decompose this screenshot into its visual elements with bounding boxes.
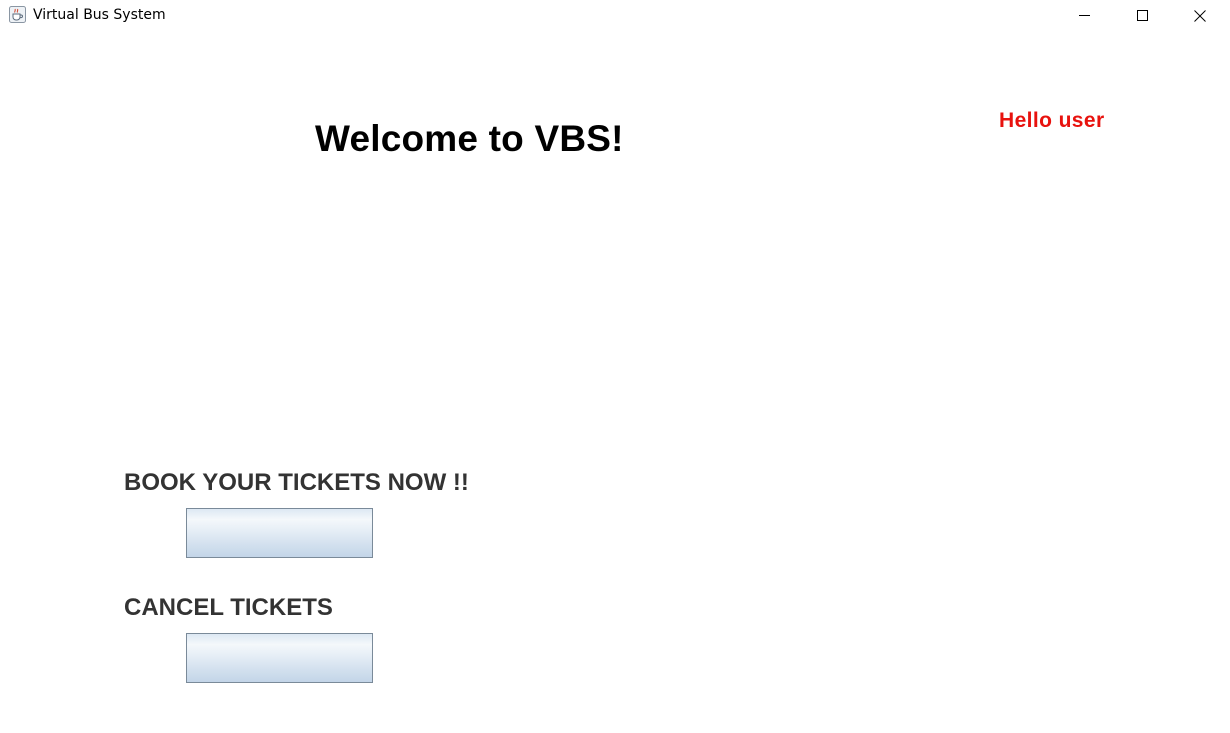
- title-bar[interactable]: Virtual Bus System: [0, 0, 1230, 31]
- cancel-tickets-button[interactable]: [186, 633, 373, 683]
- book-tickets-button[interactable]: [186, 508, 373, 558]
- window-title: Virtual Bus System: [33, 7, 166, 23]
- app-window: Virtual Bus System Welcome to VBS! Hello…: [0, 0, 1230, 733]
- close-icon: [1194, 9, 1206, 22]
- welcome-heading: Welcome to VBS!: [315, 118, 624, 159]
- maximize-icon: [1136, 10, 1148, 21]
- user-greeting: Hello user: [999, 109, 1105, 132]
- minimize-icon: [1078, 10, 1090, 21]
- java-coffee-cup-icon: [9, 6, 26, 23]
- minimize-button[interactable]: [1061, 0, 1107, 31]
- book-tickets-label: BOOK YOUR TICKETS NOW !!: [124, 469, 469, 496]
- close-button[interactable]: [1177, 0, 1223, 31]
- maximize-button[interactable]: [1119, 0, 1165, 31]
- cancel-tickets-label: CANCEL TICKETS: [124, 594, 333, 621]
